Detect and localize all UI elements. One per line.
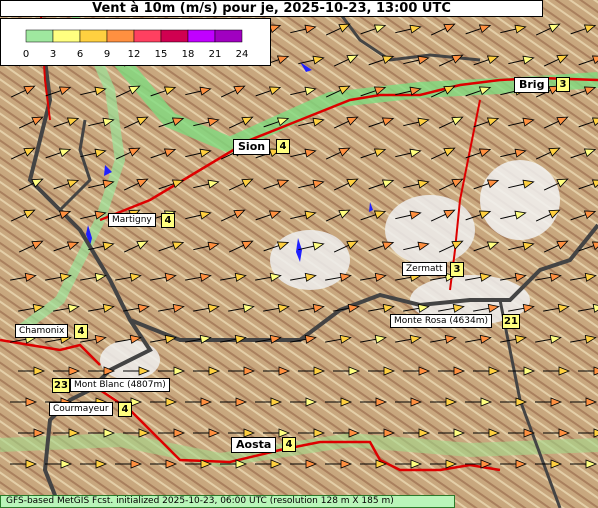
legend-color-2 (79, 29, 108, 43)
wind-speed-legend: 0 3 6 9 12 15 18 21 24 (0, 18, 271, 66)
place-label-chamonix: Chamonix (15, 324, 69, 338)
legend-color-4 (133, 29, 162, 43)
legend-color-5 (160, 29, 189, 43)
legend-tick-label: 6 (77, 49, 83, 60)
place-value-brig: 3 (556, 77, 570, 92)
place-value-chamonix: 4 (74, 324, 88, 339)
legend-tick-label: 21 (209, 49, 222, 60)
footer-text: GFS-based MetGIS Fcst. initialized 2025-… (6, 496, 394, 506)
legend-color-1 (52, 29, 81, 43)
place-label-aosta: Aosta (231, 437, 277, 453)
place-value-monte-rosa: 21 (502, 314, 520, 329)
place-value-martigny: 4 (161, 213, 175, 228)
legend-color-7 (214, 29, 243, 43)
legend-tick-label: 24 (236, 49, 249, 60)
place-label-monte-rosa: Monte Rosa (4634m) (390, 314, 493, 328)
place-label-sion: Sion (233, 139, 271, 155)
legend-tick-label: 18 (182, 49, 195, 60)
legend-colorbar: 0 3 6 9 12 15 18 21 24 (23, 29, 249, 60)
map-title: Vent à 10m (m/s) pour je, 2025-10-23, 13… (0, 0, 543, 17)
place-label-mont-blanc: Mont Blanc (4807m) (70, 378, 170, 392)
place-label-zermatt: Zermatt (402, 262, 447, 276)
legend-tick-label: 15 (155, 49, 168, 60)
legend-color-6 (187, 29, 216, 43)
legend-tick-label: 9 (104, 49, 110, 60)
model-info-footer: GFS-based MetGIS Fcst. initialized 2025-… (0, 495, 455, 508)
place-value-mont-blanc: 23 (52, 378, 70, 393)
place-value-zermatt: 3 (450, 262, 464, 277)
map-title-text: Vent à 10m (m/s) pour je, 2025-10-23, 13… (92, 1, 451, 16)
legend-tick-label: 3 (50, 49, 56, 60)
place-label-courmayeur: Courmayeur (49, 402, 113, 416)
place-value-courmayeur: 4 (118, 402, 132, 417)
legend-color-0 (25, 29, 54, 43)
legend-tick-label: 0 (23, 49, 29, 60)
place-value-aosta: 4 (282, 437, 296, 452)
place-value-sion: 4 (276, 139, 290, 154)
terrain-map (0, 0, 598, 508)
legend-color-3 (106, 29, 135, 43)
place-label-brig: Brig (514, 77, 550, 93)
legend-tick-label: 12 (128, 49, 141, 60)
place-label-martigny: Martigny (108, 213, 156, 227)
